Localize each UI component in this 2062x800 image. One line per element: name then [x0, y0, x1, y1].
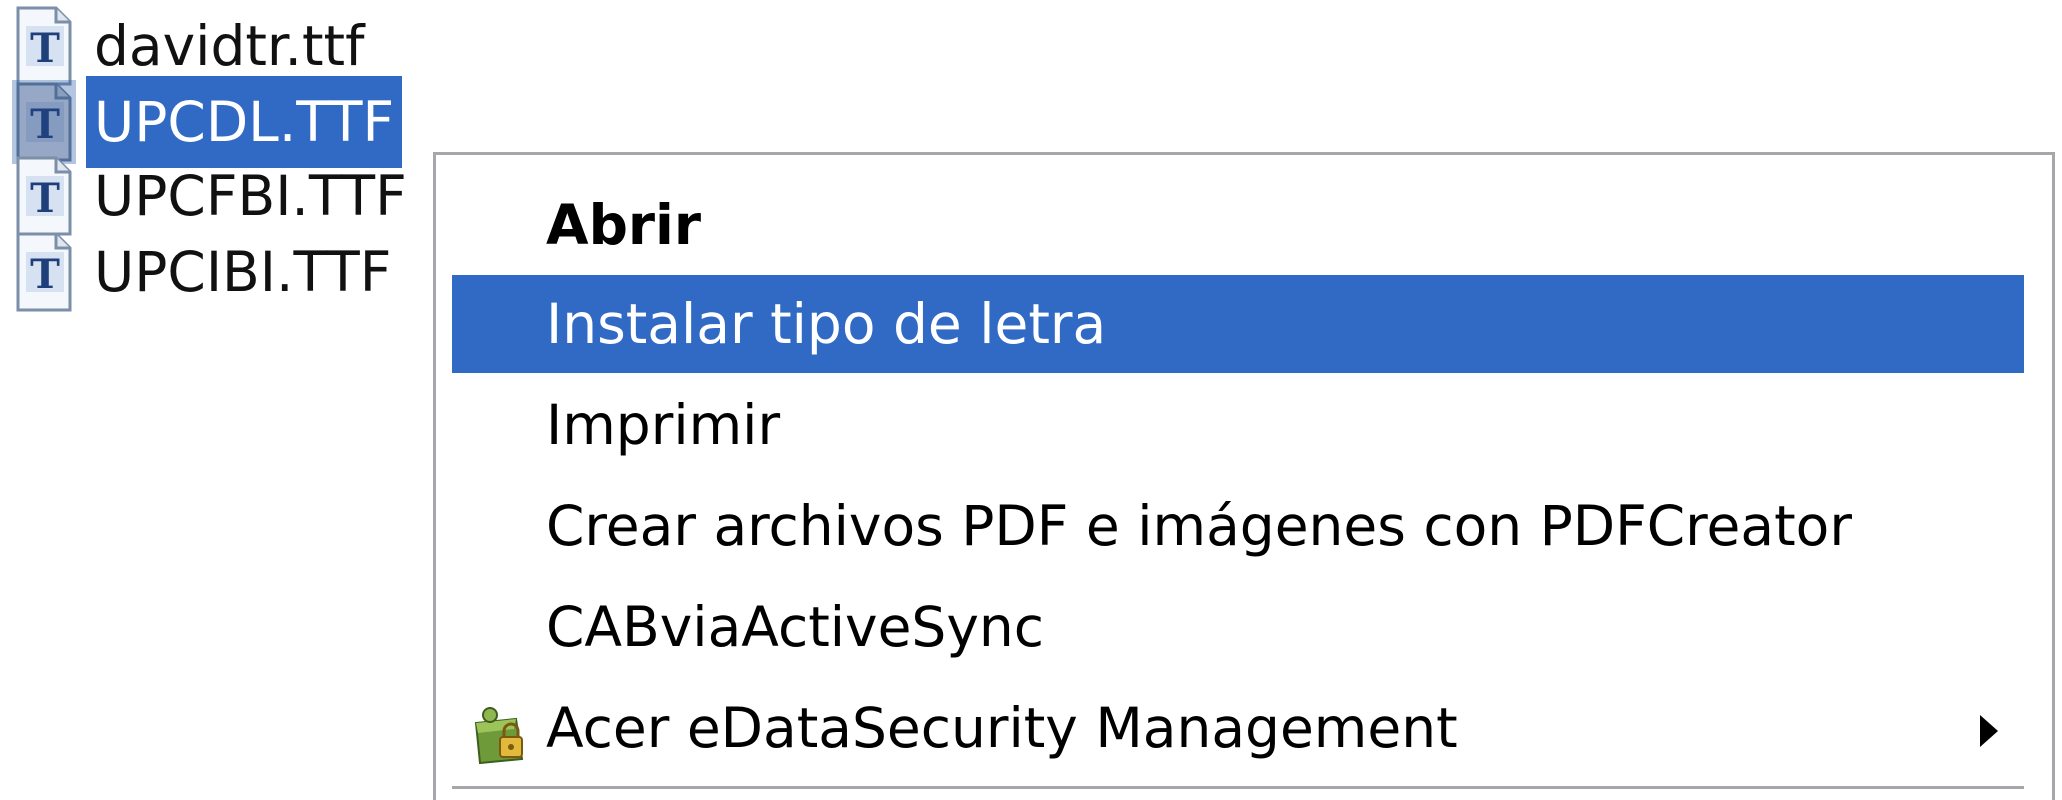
menu-item-acer-edatasecurity[interactable]: Acer eDataSecurity Management [452, 679, 2024, 777]
menu-item-label: Imprimir [546, 393, 781, 457]
font-file-icon: T [12, 230, 76, 314]
file-list: T davidtr.ttf T UPCDL.TTF T UPCFBI.TTF T… [0, 0, 440, 400]
menu-item-label: Crear archivos PDF e imágenes con PDFCre… [546, 494, 1852, 558]
svg-text:T: T [30, 25, 60, 72]
context-menu: Abrir Instalar tipo de letra Imprimir Cr… [433, 152, 2055, 800]
menu-separator [452, 786, 2024, 789]
submenu-arrow-icon [1980, 715, 1998, 747]
menu-item-label: Acer eDataSecurity Management [546, 696, 1458, 760]
svg-text:T: T [30, 101, 60, 148]
acer-edatasecurity-icon [466, 699, 532, 765]
menu-item-label: Instalar tipo de letra [546, 292, 1107, 356]
file-name: UPCIBI.TTF [94, 240, 392, 304]
menu-item-label: CABviaActiveSync [546, 595, 1044, 659]
menu-item-abrir[interactable]: Abrir [452, 176, 2024, 274]
menu-item-instalar-tipo-de-letra[interactable]: Instalar tipo de letra [452, 275, 2024, 373]
menu-item-crear-pdf[interactable]: Crear archivos PDF e imágenes con PDFCre… [452, 477, 2024, 575]
file-item-upcibi[interactable]: T UPCIBI.TTF [12, 226, 399, 318]
menu-item-imprimir[interactable]: Imprimir [452, 376, 2024, 474]
menu-item-cabviaactivesync[interactable]: CABviaActiveSync [452, 578, 2024, 676]
svg-text:T: T [30, 175, 60, 222]
svg-text:T: T [30, 251, 60, 298]
menu-item-label: Abrir [546, 193, 702, 257]
